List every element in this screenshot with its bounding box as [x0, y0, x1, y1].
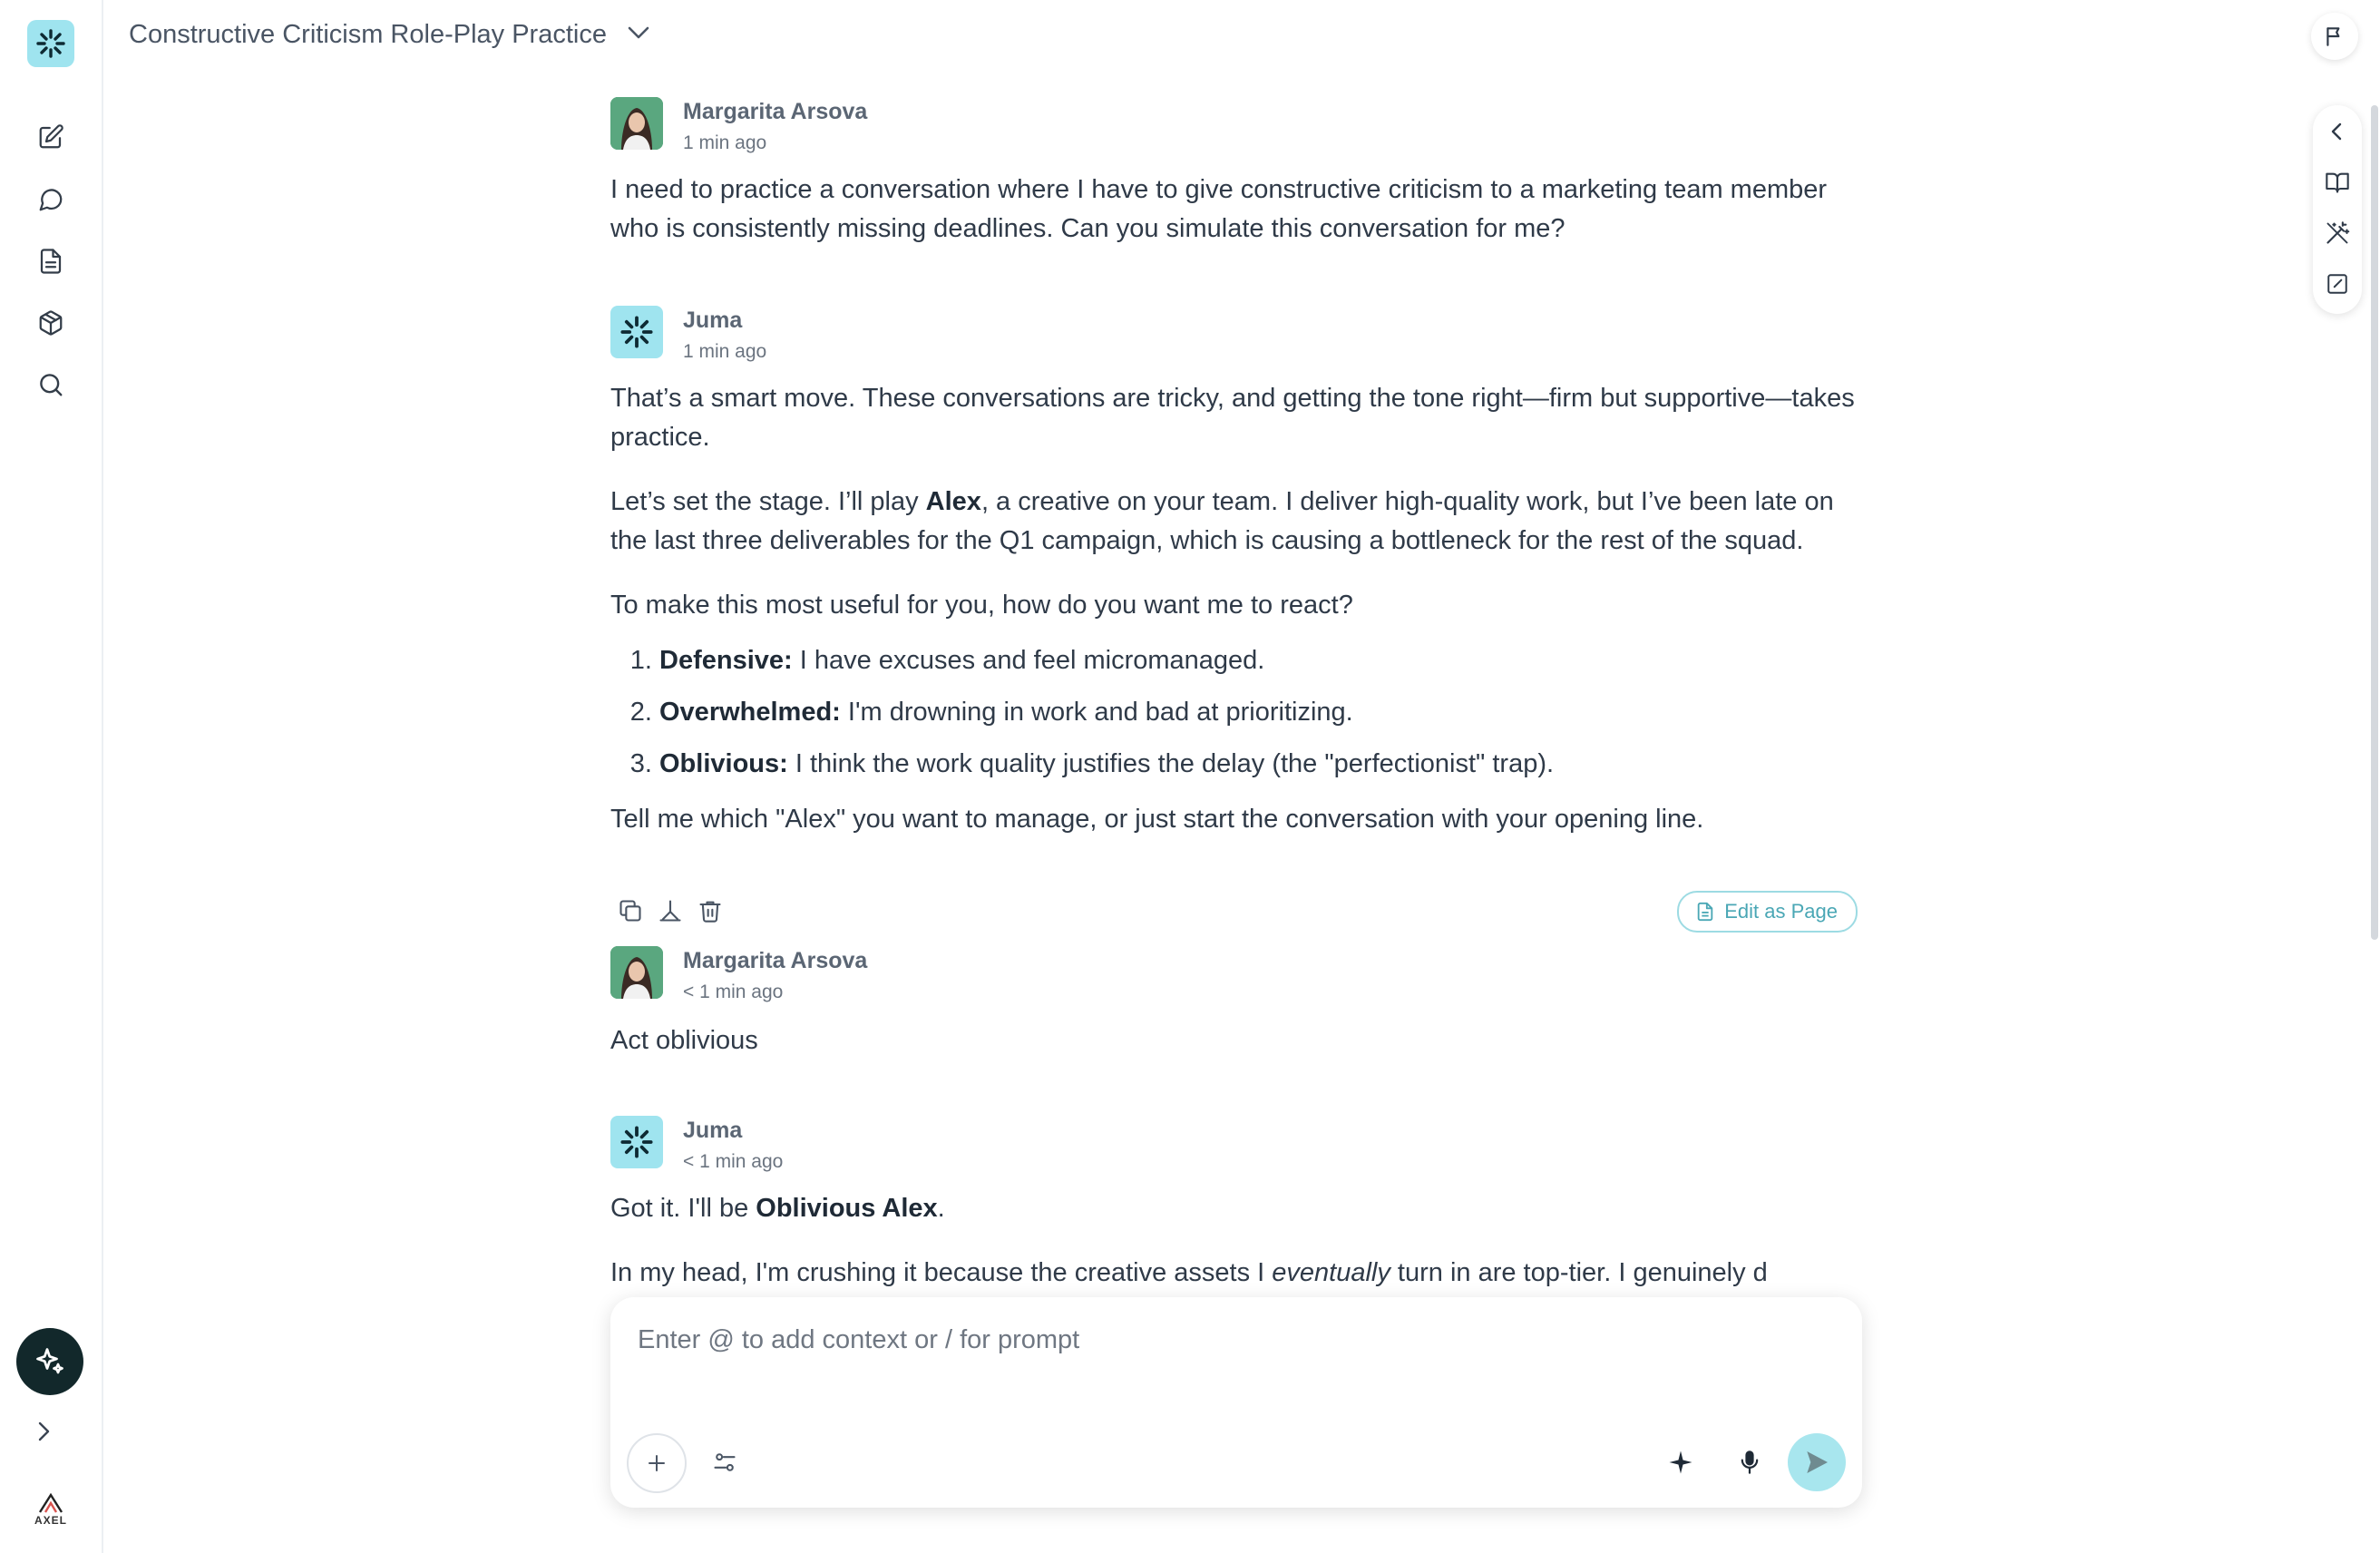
document-icon: [1698, 902, 1713, 922]
add-attachment-button[interactable]: [627, 1433, 687, 1493]
scrollbar[interactable]: [2371, 105, 2378, 940]
ai-assistant-button[interactable]: [16, 1328, 83, 1395]
packages-button[interactable]: [29, 301, 73, 345]
sparkle-icon: [1669, 1450, 1692, 1474]
brand-mark: AXEL: [31, 1492, 71, 1527]
report-button[interactable]: [2311, 13, 2358, 60]
sidebar: AXEL: [0, 0, 103, 1553]
search-icon: [40, 374, 63, 396]
message-paragraph: Tell me which "Alex" you want to manage,…: [610, 805, 1704, 834]
prompt-input[interactable]: [636, 1317, 1819, 1363]
message-text: Act oblivious: [610, 1026, 758, 1055]
chevron-down-icon: [628, 26, 649, 39]
sliders-icon: [714, 1453, 736, 1471]
assistant-avatar: [610, 306, 663, 358]
assistant-avatar: [610, 1116, 663, 1168]
chats-button[interactable]: [29, 178, 73, 221]
list-item: Defensive: I have excuses and feel micro…: [659, 641, 1858, 680]
axel-logo-icon: [38, 1492, 63, 1513]
library-button[interactable]: [2324, 169, 2351, 196]
brand-text: AXEL: [34, 1514, 67, 1527]
message-composer: [610, 1297, 1862, 1508]
edit-as-page-label: Edit as Page: [1724, 900, 1838, 923]
documents-button[interactable]: [29, 239, 73, 283]
message-assistant-1: Juma 1 min ago That’s a smart move. Thes…: [610, 306, 1858, 864]
branch-icon: [659, 900, 681, 922]
message-user-2: Margarita Arsova < 1 min ago Act oblivio…: [610, 946, 1858, 1086]
enhance-prompt-button[interactable]: [1663, 1444, 1699, 1480]
message-paragraph: Got it. I'll be Oblivious Alex.: [610, 1194, 945, 1223]
send-icon: [1807, 1451, 1828, 1473]
chevron-left-icon: [2331, 122, 2342, 141]
send-button[interactable]: [1788, 1433, 1846, 1491]
person-avatar-icon: [610, 946, 663, 999]
message-actions: Edit as Page: [610, 891, 1858, 933]
conversation-header: Constructive Criticism Role-Play Practic…: [129, 20, 650, 50]
right-toolbar: [2313, 105, 2362, 314]
magic-wand-button[interactable]: [2324, 220, 2351, 247]
square-pen-icon: [2327, 274, 2347, 294]
juma-logo-icon: [620, 1126, 653, 1158]
title-dropdown-button[interactable]: [627, 24, 650, 45]
expand-sidebar-button[interactable]: [27, 1415, 60, 1448]
user-avatar: [610, 97, 663, 150]
message-body: I need to practice a conversation where …: [610, 171, 1858, 249]
collapse-panel-button[interactable]: [2324, 118, 2351, 145]
conversation-title[interactable]: Constructive Criticism Role-Play Practic…: [129, 20, 607, 50]
magic-wand-icon: [2326, 221, 2350, 244]
message-paragraph: In my head, I'm crushing it because the …: [610, 1258, 1768, 1287]
delete-button[interactable]: [696, 896, 725, 925]
app-logo[interactable]: [27, 20, 74, 67]
juma-logo-icon: [620, 316, 653, 348]
message-time: 1 min ago: [683, 341, 767, 362]
user-avatar: [610, 946, 663, 999]
branch-button[interactable]: [656, 896, 685, 925]
message-body: Got it. I'll be Oblivious Alex. In my he…: [610, 1189, 1858, 1293]
message-paragraph: That’s a smart move. These conversations…: [610, 384, 1855, 452]
chevron-right-icon: [38, 1421, 50, 1441]
edit-as-page-button[interactable]: Edit as Page: [1677, 891, 1858, 933]
message-time: < 1 min ago: [683, 982, 784, 1002]
document-icon: [40, 249, 62, 274]
list-item: Overwhelmed: I'm drowning in work and ba…: [659, 693, 1858, 732]
message-text: I need to practice a conversation where …: [610, 175, 1828, 243]
message-author: Juma: [683, 308, 743, 333]
trash-icon: [699, 901, 721, 923]
message-paragraph: Let’s set the stage. I’ll play Alex, a c…: [610, 487, 1834, 555]
message-user-1: Margarita Arsova 1 min ago I need to pra…: [610, 97, 1858, 274]
sparkles-icon: [36, 1348, 63, 1374]
copy-icon: [619, 900, 641, 922]
message-author: Juma: [683, 1118, 743, 1143]
message-paragraph: To make this most useful for you, how do…: [610, 591, 1353, 620]
flag-icon: [2326, 27, 2340, 46]
edit-panel-button[interactable]: [2324, 270, 2351, 298]
message-time: 1 min ago: [683, 132, 767, 153]
settings-button[interactable]: [707, 1444, 743, 1480]
message-assistant-2: Juma < 1 min ago Got it. I'll be Oblivio…: [610, 1116, 1858, 1318]
search-button[interactable]: [29, 363, 73, 406]
message-author: Margarita Arsova: [683, 948, 868, 973]
juma-logo-icon: [36, 29, 65, 58]
cube-icon: [39, 310, 63, 336]
message-author: Margarita Arsova: [683, 99, 868, 124]
plus-icon: [649, 1455, 665, 1471]
chat-bubble-icon: [39, 189, 63, 211]
options-list: Defensive: I have excuses and feel micro…: [610, 641, 1858, 784]
edit-icon: [39, 124, 63, 149]
message-body: Act oblivious: [610, 1021, 1858, 1060]
person-avatar-icon: [610, 97, 663, 150]
message-body: That’s a smart move. These conversations…: [610, 379, 1858, 839]
voice-input-button[interactable]: [1731, 1444, 1768, 1480]
message-time: < 1 min ago: [683, 1151, 784, 1172]
copy-button[interactable]: [616, 896, 645, 925]
book-open-icon: [2326, 172, 2349, 193]
list-item: Oblivious: I think the work quality just…: [659, 745, 1858, 784]
new-note-button[interactable]: [29, 115, 73, 159]
microphone-icon: [1741, 1450, 1759, 1474]
